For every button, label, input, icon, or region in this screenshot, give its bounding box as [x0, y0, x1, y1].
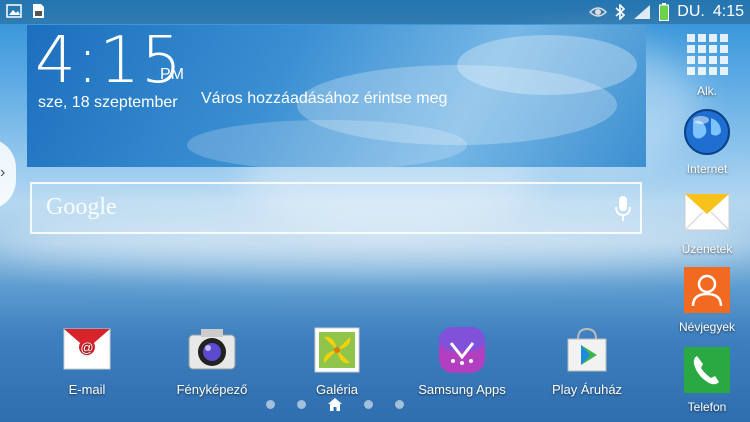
- apps-grid-icon: [687, 34, 728, 75]
- messages-icon: [684, 193, 730, 231]
- google-search-label: Google: [46, 194, 117, 220]
- eye-icon: [589, 7, 608, 17]
- email-icon: @: [63, 328, 111, 370]
- contacts-icon: [684, 267, 730, 313]
- app-email-label: E-mail: [68, 382, 106, 397]
- widget-date: sze, 18 szeptember: [38, 94, 178, 111]
- home-page-icon[interactable]: [328, 398, 342, 411]
- page-dot-1[interactable]: [266, 400, 275, 409]
- app-play-store[interactable]: Play Áruház: [542, 325, 632, 397]
- status-time: 4:15: [712, 3, 744, 20]
- app-gallery[interactable]: Galéria: [292, 325, 382, 397]
- app-messages[interactable]: Üzenetek: [668, 188, 746, 256]
- gallery-icon: [314, 327, 360, 373]
- image-icon: [6, 4, 22, 18]
- app-drawer-label: Alk.: [696, 84, 717, 98]
- bluetooth-icon: [615, 4, 626, 20]
- chevron-right-icon: ›: [0, 164, 6, 181]
- status-bar: DU. 4:15: [0, 0, 750, 24]
- widget-ampm: PM: [160, 66, 184, 83]
- app-camera-label: Fényképező: [176, 382, 248, 397]
- sim-card-icon: [33, 4, 44, 18]
- app-internet[interactable]: Internet: [668, 108, 746, 176]
- app-camera[interactable]: Fényképező: [167, 325, 257, 397]
- mic-icon[interactable]: [614, 195, 632, 223]
- play-store-icon: [567, 327, 607, 372]
- app-samsung-apps[interactable]: Samsung Apps: [417, 325, 507, 397]
- app-play-store-label: Play Áruház: [551, 382, 623, 397]
- app-gallery-label: Galéria: [316, 382, 358, 397]
- globe-icon: [684, 109, 730, 155]
- page-dot-4[interactable]: [364, 400, 373, 409]
- samsung-apps-icon: [439, 327, 485, 373]
- app-messages-label: Üzenetek: [681, 242, 733, 256]
- google-search-bar[interactable]: Google: [30, 182, 642, 234]
- page-indicator: [266, 398, 404, 411]
- clock-weather-widget[interactable]: 4:15 PM sze, 18 szeptember Város hozzáad…: [27, 25, 646, 167]
- phone-icon: [684, 347, 730, 393]
- app-phone-label: Telefon: [687, 400, 727, 414]
- app-internet-label: Internet: [686, 162, 728, 176]
- svg-text:@: @: [80, 340, 93, 355]
- app-phone[interactable]: Telefon: [668, 346, 746, 414]
- status-period: DU.: [677, 3, 705, 20]
- app-contacts-label: Névjegyek: [678, 320, 736, 334]
- page-dot-2[interactable]: [297, 400, 306, 409]
- app-email[interactable]: @ E-mail: [42, 325, 132, 397]
- app-drawer-button[interactable]: Alk.: [668, 30, 746, 98]
- weather-add-city-prompt[interactable]: Város hozzáadásához érintse meg: [201, 90, 447, 108]
- app-contacts[interactable]: Névjegyek: [668, 266, 746, 334]
- camera-icon: [188, 329, 236, 370]
- battery-icon: [659, 3, 670, 21]
- signal-icon: [634, 5, 651, 19]
- side-panel-handle[interactable]: ›: [0, 138, 16, 210]
- page-dot-5[interactable]: [395, 400, 404, 409]
- app-samsung-apps-label: Samsung Apps: [418, 382, 506, 397]
